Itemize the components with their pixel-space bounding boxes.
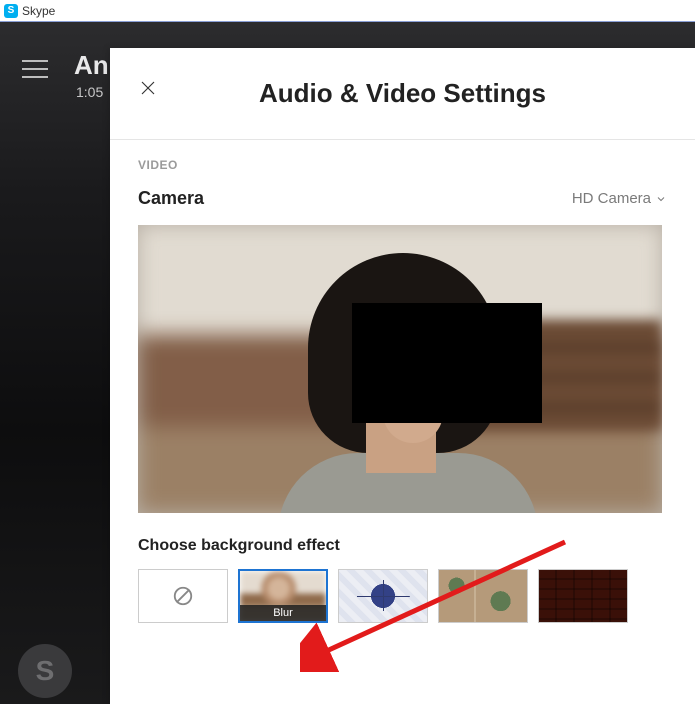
skype-logo-icon: S xyxy=(4,4,18,18)
panel-header: Audio & Video Settings xyxy=(110,48,695,140)
panel-body: VIDEO Camera HD Camera Choose backgrou xyxy=(110,140,695,623)
app-name: Skype xyxy=(22,4,55,18)
camera-selected-value: HD Camera xyxy=(572,190,651,207)
background-effect-label: Choose background effect xyxy=(138,537,667,555)
effect-aerial[interactable] xyxy=(438,569,528,623)
effect-interior[interactable] xyxy=(538,569,628,623)
effect-none[interactable] xyxy=(138,569,228,623)
camera-dropdown[interactable]: HD Camera xyxy=(572,190,667,207)
self-avatar[interactable]: S xyxy=(18,644,72,698)
camera-preview xyxy=(138,225,662,513)
call-participant-name: An xyxy=(74,50,109,81)
chevron-down-icon xyxy=(655,193,667,205)
effect-blur-label: Blur xyxy=(240,605,326,621)
camera-row: Camera HD Camera xyxy=(138,188,667,209)
close-button[interactable] xyxy=(136,76,160,100)
menu-button[interactable] xyxy=(22,60,48,78)
close-icon xyxy=(139,79,157,97)
effect-tiles[interactable] xyxy=(338,569,428,623)
effect-blur[interactable]: Blur xyxy=(238,569,328,623)
window-titlebar: S Skype xyxy=(0,0,695,22)
call-duration: 1:05 xyxy=(76,84,103,100)
settings-panel: Audio & Video Settings VIDEO Camera HD C… xyxy=(110,48,695,704)
background-effects-list: Blur xyxy=(138,569,667,623)
camera-label: Camera xyxy=(138,188,204,209)
panel-title: Audio & Video Settings xyxy=(259,78,546,109)
none-icon xyxy=(172,585,194,607)
face-redaction xyxy=(352,303,542,423)
section-label-video: VIDEO xyxy=(138,158,667,172)
